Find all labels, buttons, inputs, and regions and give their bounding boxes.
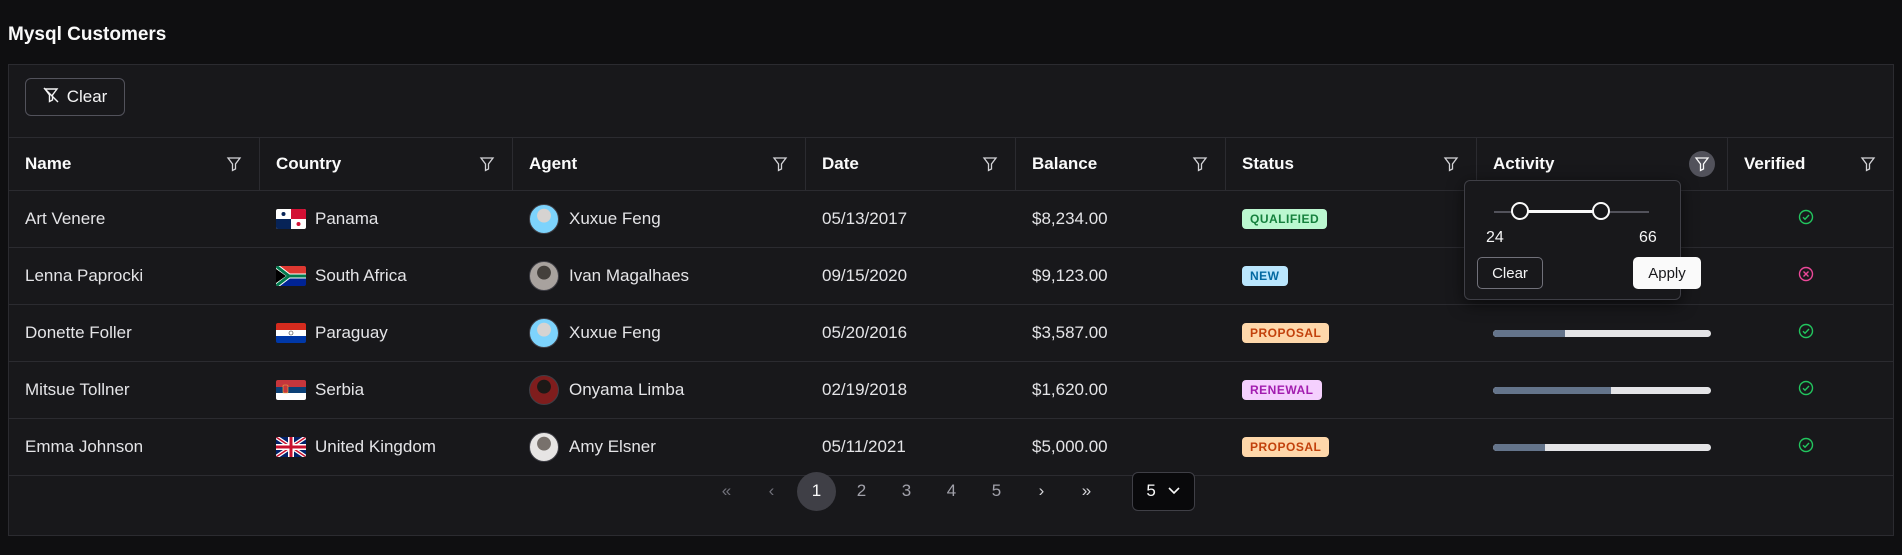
next-page-icon[interactable]: ›	[1022, 472, 1061, 511]
agent-name: Amy Elsner	[569, 437, 656, 456]
filter-icon[interactable]	[1689, 150, 1715, 177]
chevron-down-icon	[1167, 481, 1181, 501]
customer-name: Emma Johnson	[25, 437, 144, 456]
status-badge: PROPOSAL	[1242, 437, 1330, 457]
agent-name: Ivan Magalhaes	[569, 266, 690, 285]
page-title: Mysql Customers	[8, 24, 167, 45]
status-badge: QUALIFIED	[1242, 209, 1328, 229]
flag-icon	[276, 323, 306, 343]
customer-name: Donette Foller	[25, 323, 132, 342]
page-button-1[interactable]: 1	[797, 471, 836, 511]
avatar	[529, 432, 559, 462]
avatar	[529, 318, 559, 348]
balance-value: $1,620.00	[1032, 380, 1108, 399]
customer-name: Lenna Paprocki	[25, 266, 144, 285]
column-header-agent: Agent	[513, 137, 806, 190]
flag-icon	[276, 437, 306, 457]
filter-icon[interactable]	[1855, 151, 1881, 177]
flag-icon	[276, 209, 306, 229]
avatar	[529, 261, 559, 291]
check-circle-icon	[1798, 437, 1814, 458]
slider-min-value: 24	[1486, 229, 1504, 246]
filter-icon[interactable]	[1438, 151, 1464, 177]
country-name: Panama	[315, 209, 379, 228]
balance-value: $3,587.00	[1032, 323, 1108, 342]
agent-name: Xuxue Feng	[569, 323, 661, 342]
avatar	[529, 375, 559, 405]
clear-filters-label: Clear	[66, 87, 108, 106]
date-value: 05/13/2017	[822, 209, 908, 228]
date-value: 02/19/2018	[822, 380, 908, 399]
balance-value: $8,234.00	[1032, 209, 1108, 228]
column-header-balance: Balance	[1016, 137, 1226, 190]
activity-progress-fill	[1493, 443, 1546, 451]
clear-filters-button[interactable]: Clear	[25, 78, 125, 116]
table-toolbar: Clear	[9, 65, 1893, 138]
column-header-date: Date	[806, 137, 1016, 190]
filter-apply-button[interactable]: Apply	[1633, 257, 1701, 289]
column-header-verified: Verified	[1728, 137, 1893, 190]
page-button-4[interactable]: 4	[932, 472, 971, 511]
date-value: 09/15/2020	[822, 266, 908, 285]
first-page-icon[interactable]: «	[707, 472, 746, 511]
customers-card: Clear Name Country Agent Date Balance St…	[8, 64, 1894, 536]
activity-progress-fill	[1493, 386, 1611, 394]
paginator: « ‹ 1 2 3 4 5 › » 5	[9, 462, 1893, 520]
last-page-icon[interactable]: »	[1067, 472, 1106, 511]
page-button-3[interactable]: 3	[887, 472, 926, 511]
column-header-country: Country	[260, 137, 513, 190]
filter-clear-button[interactable]: Clear	[1477, 257, 1543, 289]
country-name: Serbia	[315, 380, 365, 399]
country-name: Paraguay	[315, 323, 388, 342]
balance-value: $9,123.00	[1032, 266, 1108, 285]
slider-max-value: 66	[1639, 229, 1657, 246]
activity-progress	[1493, 443, 1711, 451]
filter-icon[interactable]	[221, 151, 247, 177]
check-circle-icon	[1798, 380, 1814, 401]
filter-icon[interactable]	[1187, 151, 1213, 177]
table-row[interactable]: Mitsue Tollner Serbia Onyama Limba 02/19…	[9, 362, 1893, 419]
flag-icon	[276, 380, 306, 400]
times-circle-icon	[1798, 266, 1814, 287]
country-name: South Africa	[315, 266, 407, 285]
slider-max-handle[interactable]	[1592, 202, 1610, 220]
filter-slash-icon	[43, 87, 59, 108]
table-row[interactable]: Donette Foller Paraguay Xuxue Feng 05/20…	[9, 305, 1893, 362]
country-name: United Kingdom	[315, 437, 436, 456]
filter-icon[interactable]	[977, 151, 1003, 177]
avatar	[529, 204, 559, 234]
date-value: 05/11/2021	[822, 437, 906, 456]
agent-name: Onyama Limba	[569, 380, 685, 399]
date-value: 05/20/2016	[822, 323, 908, 342]
activity-progress	[1493, 386, 1711, 394]
activity-filter-overlay: 24 66 Clear Apply	[1464, 180, 1701, 300]
check-circle-icon	[1798, 209, 1814, 230]
column-header-status: Status	[1226, 137, 1477, 190]
page-button-5[interactable]: 5	[977, 472, 1016, 511]
column-header-name: Name	[9, 137, 260, 190]
customer-name: Art Venere	[25, 209, 106, 228]
customer-name: Mitsue Tollner	[25, 380, 130, 399]
rows-per-page-value: 5	[1146, 481, 1156, 500]
activity-progress-fill	[1493, 329, 1565, 337]
balance-value: $5,000.00	[1032, 437, 1108, 456]
filter-icon[interactable]	[474, 151, 500, 177]
slider-min-handle[interactable]	[1511, 202, 1529, 220]
filter-icon[interactable]	[767, 151, 793, 177]
flag-icon	[276, 266, 306, 286]
page-button-2[interactable]: 2	[842, 472, 881, 511]
status-badge: NEW	[1242, 266, 1288, 286]
status-badge: PROPOSAL	[1242, 323, 1330, 343]
status-badge: RENEWAL	[1242, 380, 1322, 400]
rows-per-page-select[interactable]: 5	[1132, 471, 1195, 511]
agent-name: Xuxue Feng	[569, 209, 661, 228]
check-circle-icon	[1798, 323, 1814, 344]
previous-page-icon[interactable]: ‹	[752, 472, 791, 511]
activity-progress	[1493, 329, 1711, 337]
